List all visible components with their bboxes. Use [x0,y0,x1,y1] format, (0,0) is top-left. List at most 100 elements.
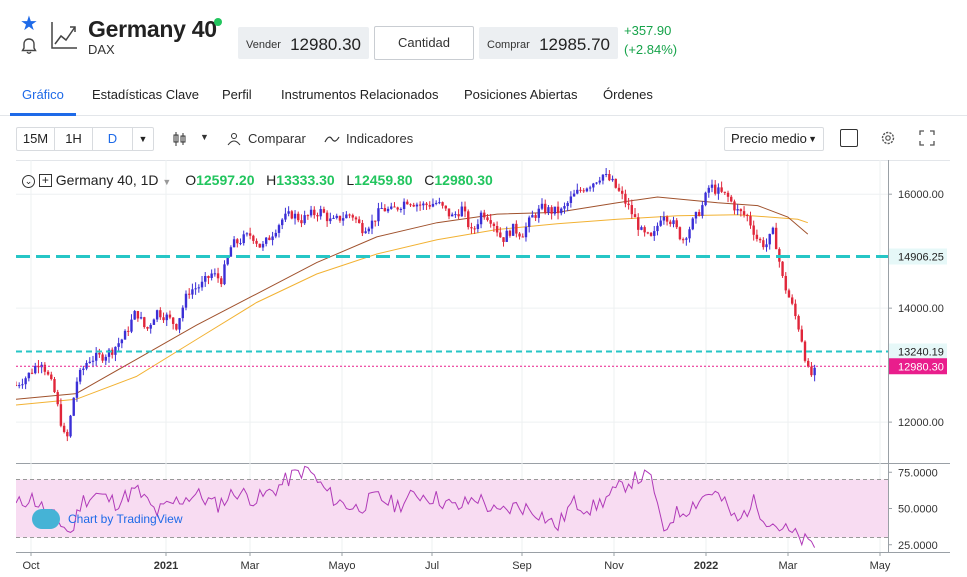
candle-down [714,184,717,194]
candle-down [781,261,784,276]
candle-up [21,384,24,386]
time-tick-label: Jul [425,560,439,572]
candle-down [207,276,210,278]
tab-grafico[interactable]: Gráfico [22,87,64,102]
tab-instrumentos-relacionados[interactable]: Instrumentos Relacionados [281,87,439,102]
candle-up [194,288,197,290]
tab-ordenes[interactable]: Órdenes [603,87,653,102]
candle-type-icon[interactable] [172,131,188,147]
candle-up [27,372,31,379]
candle-up [120,339,124,344]
chart-toolbar: 15M 1H D ▼ ▼ Comparar Indicadores Precio… [0,116,967,160]
candle-down [733,201,736,211]
time-tick-label: Sep [512,560,532,572]
candle-down [534,215,537,218]
tab-posiciones-abiertas[interactable]: Posiciones Abiertas [464,87,577,102]
candle-up [117,343,120,347]
candle-up [367,228,371,232]
candle-down [53,379,56,393]
candle-down [515,223,518,234]
candle-type-dropdown-icon[interactable]: ▼ [200,132,209,142]
candle-up [771,227,775,234]
candle-down [66,431,69,437]
candle-up [130,319,133,332]
chart-icon[interactable] [50,20,78,50]
candle-down [361,223,364,234]
candle-up [460,206,464,217]
candle-down [803,341,807,361]
quantity-input[interactable]: Cantidad [374,26,474,60]
time-tick-label: Nov [604,560,624,572]
candle-down [159,310,162,318]
candle-up [229,247,233,257]
alert-bell-icon[interactable] [20,37,38,55]
candle-down [486,217,489,221]
legend-dropdown-icon[interactable]: ▼ [162,177,171,187]
candle-up [415,204,419,207]
timeframe-dropdown-icon[interactable]: ▼ [133,128,153,150]
candle-down [374,220,377,222]
candle-up [329,218,332,222]
candle-up [72,397,75,416]
timeframe-15m-button[interactable]: 15M [17,128,55,150]
candle-down [582,190,585,192]
candle-down [790,297,794,304]
instrument-tabs: Gráfico Estadísticas Clave Perfil Instru… [0,72,967,116]
candle-up [707,187,710,193]
snapshot-checkbox[interactable] [840,129,858,147]
compare-button[interactable]: Comparar [248,127,306,151]
indicators-button[interactable]: Indicadores [346,127,413,151]
candle-down [492,223,496,227]
candle-down [357,219,361,224]
candle-down [483,212,486,218]
legend-collapse-icon[interactable]: ⌄ [22,175,35,188]
last-price-label: 12980.30 [898,361,944,373]
timeframe-d-button[interactable]: D [93,128,133,150]
legend-close-label: C [424,172,435,188]
candle-down [495,226,499,233]
tab-perfil[interactable]: Perfil [222,87,252,102]
candle-down [723,191,727,193]
candle-up [511,223,515,236]
candle-up [768,233,771,245]
favorite-star-icon[interactable]: ★ [20,14,38,34]
candle-up [178,318,181,330]
rsi-tick-label: 25.0000 [898,540,938,552]
candle-down [550,207,553,214]
candle-up [341,218,345,221]
candle-down [30,372,34,374]
level-label: 13240.19 [898,346,944,358]
indicators-icon [324,136,340,143]
candle-up [659,220,662,226]
fullscreen-icon[interactable] [919,130,935,146]
candle-down [297,213,300,221]
legend-low-value: 12459.80 [354,172,413,188]
candle-down [726,192,730,197]
candle-up [553,206,557,214]
candle-down [752,225,755,235]
rsi-tick-label: 75.0000 [898,467,938,479]
settings-gear-icon[interactable] [880,130,896,146]
price-mode-select[interactable]: Precio medio ▼ [724,127,824,151]
timeframe-1h-button[interactable]: 1H [55,128,93,150]
legend-close-value: 12980.30 [434,172,493,188]
candle-down [143,317,146,328]
legend-add-icon[interactable]: + [38,174,52,187]
candle-up [505,230,508,242]
candle-down [236,239,239,244]
candle-down [56,392,59,405]
buy-button[interactable]: Comprar 12985.70 [479,27,618,59]
candle-up [704,192,707,206]
sell-button[interactable]: Vender 12980.30 [238,27,369,59]
tradingview-watermark[interactable]: Chart by TradingView [32,509,183,530]
candle-up [197,287,201,289]
candle-down [220,278,223,285]
candle-up [293,213,297,219]
tab-estadisticas-clave[interactable]: Estadísticas Clave [92,87,199,102]
candle-down [630,205,634,215]
candle-up [598,180,601,183]
candle-down [322,209,326,213]
instrument-subtitle: DAX [88,42,115,57]
candle-up [82,368,85,370]
candle-up [422,203,425,206]
